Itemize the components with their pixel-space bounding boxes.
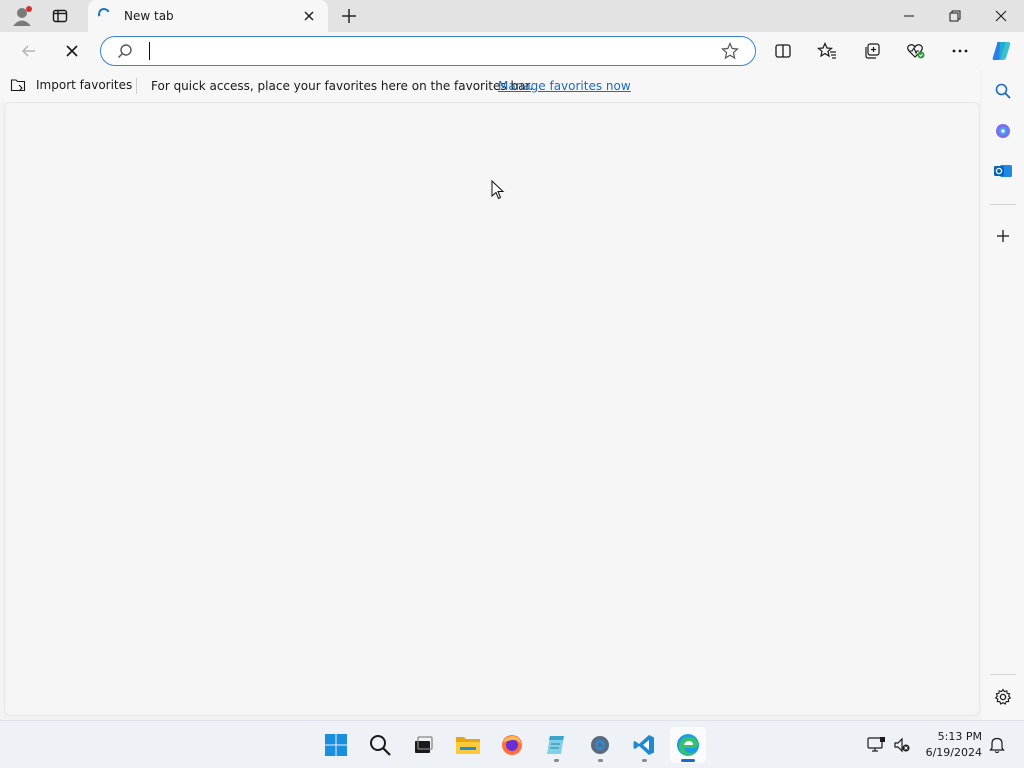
sidebar-search-icon[interactable] xyxy=(988,76,1018,106)
search-icon xyxy=(117,43,133,62)
mouse-cursor-icon xyxy=(491,179,505,203)
running-indicator xyxy=(598,759,603,762)
sidebar-add-icon[interactable] xyxy=(988,221,1018,251)
tab-strip: New tab xyxy=(0,0,1024,32)
taskbar-search-icon[interactable] xyxy=(362,727,398,763)
sidebar-outlook-icon[interactable] xyxy=(988,156,1018,186)
address-input[interactable] xyxy=(147,41,707,61)
edge-icon[interactable] xyxy=(670,727,706,763)
tab-title: New tab xyxy=(124,9,174,23)
manage-favorites-link[interactable]: Manage favorites now xyxy=(498,79,631,93)
notifications-bell-icon[interactable] xyxy=(987,735,1007,755)
text-caret xyxy=(149,42,150,60)
import-favorites-button[interactable]: Import favorites xyxy=(10,77,132,93)
close-tab-icon[interactable] xyxy=(301,8,317,24)
edge-sidebar xyxy=(982,70,1024,720)
import-favorites-label: Import favorites xyxy=(36,78,133,92)
sidebar-divider xyxy=(990,204,1016,205)
address-bar[interactable] xyxy=(100,36,756,66)
new-tab-button[interactable] xyxy=(336,4,362,28)
loading-spinner-icon xyxy=(96,6,112,22)
import-folder-icon xyxy=(10,79,26,92)
favorites-icon[interactable] xyxy=(812,36,842,66)
more-icon[interactable] xyxy=(945,36,975,66)
favorites-divider xyxy=(136,78,137,94)
file-explorer-icon[interactable] xyxy=(450,727,486,763)
tab-actions-icon[interactable] xyxy=(46,4,74,28)
add-favorite-star-icon[interactable] xyxy=(721,42,739,63)
clock-time: 5:13 PM xyxy=(937,730,982,743)
profile-avatar-icon[interactable] xyxy=(8,4,36,28)
task-view-icon[interactable] xyxy=(405,727,441,763)
sidebar-divider xyxy=(990,674,1016,675)
collections-icon[interactable] xyxy=(857,36,887,66)
system-clock[interactable]: 5:13 PM 6/19/2024 xyxy=(918,729,982,761)
windows-taskbar: 5:13 PM 6/19/2024 xyxy=(0,720,1024,768)
sidebar-copilot-app-icon[interactable] xyxy=(988,116,1018,146)
browser-essentials-icon[interactable] xyxy=(901,36,931,66)
split-screen-icon[interactable] xyxy=(768,36,798,66)
close-window-button[interactable] xyxy=(978,0,1024,32)
settings-icon[interactable] xyxy=(582,727,618,763)
running-indicator xyxy=(681,759,695,762)
vscode-icon[interactable] xyxy=(626,727,662,763)
volume-muted-icon[interactable] xyxy=(892,735,912,755)
copilot-icon[interactable] xyxy=(987,36,1017,66)
favorites-bar: Import favorites For quick access, place… xyxy=(0,70,980,102)
network-icon[interactable] xyxy=(866,735,886,755)
back-icon[interactable] xyxy=(14,36,44,66)
navigation-toolbar xyxy=(0,32,1024,70)
windows-start-icon[interactable] xyxy=(318,727,354,763)
minimize-button[interactable] xyxy=(886,0,932,32)
running-indicator xyxy=(554,759,559,762)
notepad-icon[interactable] xyxy=(538,727,574,763)
tab-new-tab[interactable]: New tab xyxy=(88,0,328,32)
running-indicator xyxy=(642,759,647,762)
clock-date: 6/19/2024 xyxy=(925,746,982,759)
stop-loading-icon[interactable] xyxy=(57,36,87,66)
sidebar-settings-icon[interactable] xyxy=(988,682,1018,712)
firefox-icon[interactable] xyxy=(494,727,530,763)
favorites-bar-message: For quick access, place your favorites h… xyxy=(151,79,534,93)
restore-button[interactable] xyxy=(932,0,978,32)
